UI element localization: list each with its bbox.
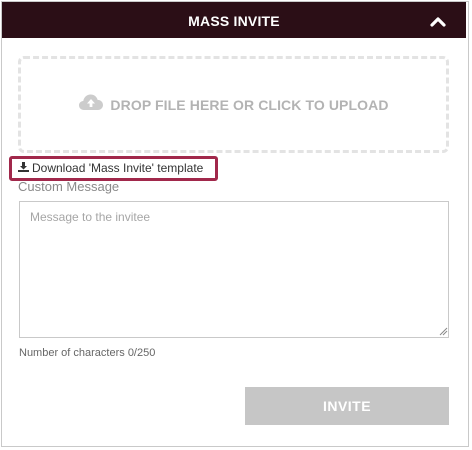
panel-title: MASS INVITE	[188, 13, 280, 29]
dropzone-label: DROP FILE HERE OR CLICK TO UPLOAD	[110, 96, 389, 113]
cloud-upload-icon	[78, 93, 104, 116]
character-count: Number of characters 0/250	[19, 347, 156, 359]
resize-grip-icon[interactable]	[438, 326, 448, 336]
chevron-up-icon[interactable]	[430, 14, 446, 27]
custom-message-label: Custom Message	[18, 179, 120, 194]
invite-button[interactable]: INVITE	[245, 387, 449, 425]
download-template-link[interactable]: Download 'Mass Invite' template	[18, 161, 203, 175]
panel-header: MASS INVITE	[2, 2, 466, 38]
file-dropzone[interactable]: DROP FILE HERE OR CLICK TO UPLOAD	[18, 56, 449, 153]
download-icon	[18, 161, 32, 175]
message-textarea[interactable]	[19, 201, 449, 338]
download-template-label: Download 'Mass Invite' template	[32, 161, 204, 175]
